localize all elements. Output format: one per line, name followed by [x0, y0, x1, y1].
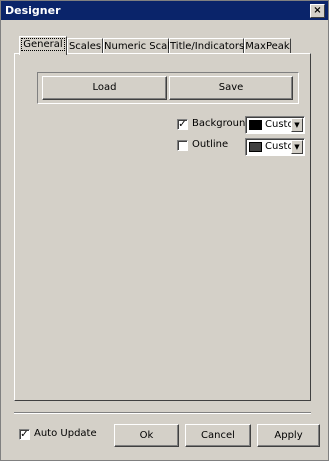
close-icon[interactable]: × — [310, 4, 325, 18]
tab-general[interactable]: General — [19, 36, 67, 55]
background-color-value: Custo — [265, 119, 291, 130]
outline-color-swatch — [249, 142, 262, 152]
footer-separator — [14, 412, 311, 414]
title-bar[interactable]: Designer × — [1, 1, 328, 20]
designer-window: Designer × General Scales Numeric Scale … — [0, 0, 329, 461]
load-save-group: Load Save — [37, 72, 299, 104]
window-title: Designer — [5, 4, 61, 17]
background-color-swatch — [249, 120, 262, 130]
tab-maxpeak[interactable]: MaxPeak — [244, 38, 291, 54]
load-button[interactable]: Load — [42, 76, 167, 100]
save-button[interactable]: Save — [169, 76, 293, 100]
cancel-button[interactable]: Cancel — [185, 424, 251, 447]
outline-label: Outline — [192, 139, 229, 150]
outline-color-select[interactable]: Custo ▼ — [245, 138, 305, 156]
checkmark-icon: ✓ — [178, 119, 187, 130]
outline-checkbox[interactable] — [177, 140, 188, 151]
background-label: Backgrounc — [192, 118, 251, 129]
tab-general-label: General — [21, 38, 65, 51]
background-checkbox[interactable]: ✓ — [177, 119, 188, 130]
tab-scales[interactable]: Scales — [67, 38, 103, 54]
auto-update-label: Auto Update — [34, 428, 97, 439]
chevron-down-icon[interactable]: ▼ — [291, 118, 303, 132]
outline-color-value: Custo — [265, 141, 291, 152]
checkmark-icon: ✓ — [20, 429, 29, 440]
apply-button[interactable]: Apply — [257, 424, 320, 447]
chevron-down-icon[interactable]: ▼ — [291, 140, 303, 154]
tab-title-indicators[interactable]: Title/Indicators — [169, 38, 244, 54]
background-color-select[interactable]: Custo ▼ — [245, 116, 305, 134]
tab-numeric-scale[interactable]: Numeric Scale — [103, 38, 176, 54]
auto-update-checkbox[interactable]: ✓ — [19, 429, 30, 440]
general-tab-panel: Load Save ✓ Backgrounc Custo ▼ Outline C… — [14, 53, 311, 401]
ok-button[interactable]: Ok — [114, 424, 179, 447]
